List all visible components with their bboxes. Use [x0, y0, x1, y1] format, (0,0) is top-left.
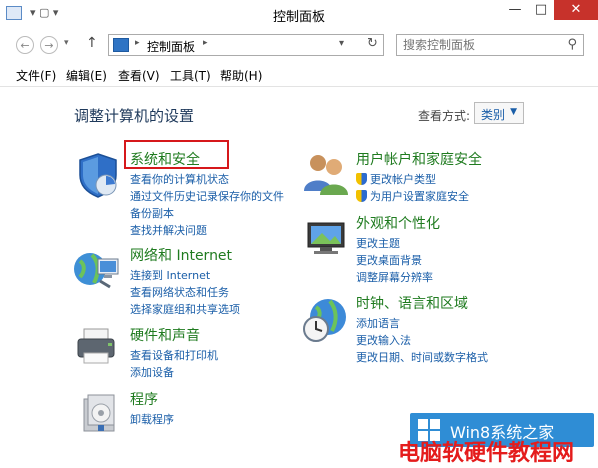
link-file-history[interactable]: 通过文件历史记录保存你的文件: [130, 188, 284, 205]
view-by-value: 类别: [481, 108, 506, 122]
up-button[interactable]: ↑: [86, 35, 98, 51]
menu-tools[interactable]: 工具(T): [170, 67, 211, 84]
link-change-date-format[interactable]: 更改日期、时间或数字格式: [356, 349, 488, 366]
category-title-appearance[interactable]: 外观和个性化: [356, 215, 440, 233]
control-panel-icon: [113, 38, 129, 52]
network-icon: [74, 253, 119, 289]
refresh-icon[interactable]: ↻: [367, 36, 378, 51]
view-by-label: 查看方式:: [418, 109, 471, 123]
link-homegroup-sharing[interactable]: 选择家庭组和共享选项: [130, 301, 240, 318]
title-bar: ▾ ▢ ▾ 控制面板 — □ ✕: [0, 0, 598, 28]
search-box[interactable]: ⚲: [396, 34, 584, 56]
view-by-dropdown[interactable]: 类别 ▼: [474, 102, 524, 124]
link-add-language[interactable]: 添加语言: [356, 315, 488, 332]
printer-icon: [77, 328, 115, 364]
minimize-button[interactable]: —: [502, 0, 528, 20]
link-network-status[interactable]: 查看网络状态和任务: [130, 284, 240, 301]
category-title-network[interactable]: 网络和 Internet: [130, 247, 240, 265]
category-title-clock-language[interactable]: 时钟、语言和区域: [356, 295, 488, 313]
link-change-background[interactable]: 更改桌面背景: [356, 252, 440, 269]
menu-edit[interactable]: 编辑(E): [66, 67, 107, 84]
watermark-site-text: 电脑软硬件教程网: [398, 441, 575, 466]
address-row: ← → ▾ ↑ ▸ 控制面板 ▸ ▾ ↻ ⚲: [0, 28, 598, 62]
link-family-safety[interactable]: 为用户设置家庭安全: [356, 188, 482, 205]
users-icon: [304, 155, 348, 195]
category-user-accounts: 用户帐户和家庭安全 更改帐户类型 为用户设置家庭安全: [356, 151, 482, 205]
page-title: 调整计算机的设置: [74, 107, 195, 125]
category-title-hardware[interactable]: 硬件和声音: [130, 327, 218, 345]
breadcrumb-control-panel[interactable]: 控制面板: [147, 38, 195, 55]
highlight-box: [124, 140, 229, 169]
link-change-account-type-label: 更改帐户类型: [370, 173, 436, 186]
link-change-account-type[interactable]: 更改帐户类型: [356, 171, 482, 188]
back-button[interactable]: ←: [16, 36, 34, 54]
category-programs: 程序 卸载程序: [130, 391, 174, 428]
menu-bar: 文件(F) 编辑(E) 查看(V) 工具(T) 帮助(H): [0, 62, 598, 87]
link-view-computer-status[interactable]: 查看你的计算机状态: [130, 171, 284, 188]
category-network: 网络和 Internet 连接到 Internet 查看网络状态和任务 选择家庭…: [130, 247, 240, 318]
uac-shield-icon: [356, 190, 367, 202]
search-input[interactable]: [397, 35, 569, 55]
link-uninstall-program[interactable]: 卸载程序: [130, 411, 174, 428]
clock-globe-icon: [303, 299, 346, 342]
maximize-button[interactable]: □: [528, 0, 554, 20]
link-screen-resolution[interactable]: 调整屏幕分辨率: [356, 269, 440, 286]
address-bar[interactable]: ▸ 控制面板 ▸ ▾ ↻: [108, 34, 384, 56]
menu-view[interactable]: 查看(V): [118, 67, 160, 84]
category-hardware: 硬件和声音 查看设备和打印机 添加设备: [130, 327, 218, 381]
chevron-down-icon: ▼: [510, 107, 517, 117]
chevron-right-icon[interactable]: ▸: [135, 38, 140, 48]
search-icon[interactable]: ⚲: [567, 37, 577, 52]
link-add-device[interactable]: 添加设备: [130, 364, 218, 381]
category-title-user-accounts[interactable]: 用户帐户和家庭安全: [356, 151, 482, 169]
category-clock-language: 时钟、语言和区域 添加语言 更改输入法 更改日期、时间或数字格式: [356, 295, 488, 366]
link-connect-internet[interactable]: 连接到 Internet: [130, 267, 240, 284]
link-troubleshoot[interactable]: 查找并解决问题: [130, 222, 284, 239]
menu-help[interactable]: 帮助(H): [220, 67, 262, 84]
main-content: 调整计算机的设置 查看方式: 类别 ▼ 系统和安全 查看你的计算机状态 通过文件…: [0, 87, 598, 468]
link-change-input-method[interactable]: 更改输入法: [356, 332, 488, 349]
close-button[interactable]: ✕: [554, 0, 598, 20]
uac-shield-icon: [356, 173, 367, 185]
programs-icon: [83, 394, 115, 432]
category-appearance: 外观和个性化 更改主题 更改桌面背景 调整屏幕分辨率: [356, 215, 440, 286]
category-title-programs[interactable]: 程序: [130, 391, 174, 409]
chevron-right-icon[interactable]: ▸: [203, 38, 208, 48]
forward-button[interactable]: →: [40, 36, 58, 54]
link-family-safety-label: 为用户设置家庭安全: [370, 190, 469, 203]
recent-locations-chevron-icon[interactable]: ▾: [64, 38, 69, 48]
chevron-down-icon[interactable]: ▾: [339, 38, 344, 49]
link-change-theme[interactable]: 更改主题: [356, 235, 440, 252]
shield-icon: [79, 153, 117, 198]
link-backup-copy[interactable]: 备份副本: [130, 205, 284, 222]
menu-file[interactable]: 文件(F): [16, 67, 56, 84]
link-devices-printers[interactable]: 查看设备和打印机: [130, 347, 218, 364]
appearance-icon: [307, 222, 345, 254]
